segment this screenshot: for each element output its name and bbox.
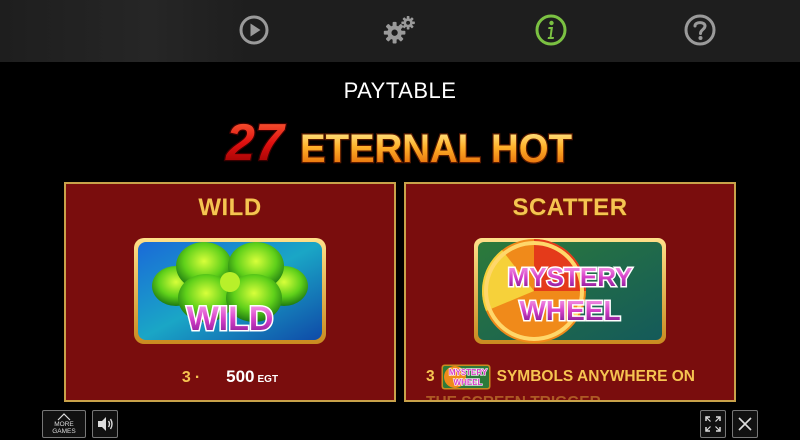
scatter-title: SCATTER <box>512 194 628 221</box>
scatter-symbol: MYSTERY WHEEL <box>474 238 666 344</box>
more-games-label-1: MORE <box>54 421 74 428</box>
logo-text: ETERNAL HOT <box>300 127 572 171</box>
scatter-text-line2: THE SCREEN TRIGGER <box>426 390 726 400</box>
scatter-symbol-line1: MYSTERY <box>508 262 633 292</box>
scatter-panel: SCATTER MYSTERY WHEEL 3 MYSTERY WHEEL SY… <box>404 182 736 402</box>
top-bar <box>0 0 800 62</box>
wild-panel: WILD WILD 3 · 500 EGT <box>64 182 396 402</box>
wild-title: WILD <box>198 194 262 221</box>
help-icon <box>684 14 716 46</box>
mini-icon-line1: MYSTERY <box>448 368 487 377</box>
home-icon <box>57 413 71 421</box>
sound-button[interactable] <box>92 410 118 438</box>
wild-symbol-label: WILD <box>187 300 274 338</box>
fullscreen-icon <box>705 416 721 432</box>
page-title: PAYTABLE <box>343 78 457 103</box>
close-button[interactable] <box>732 410 758 438</box>
play-icon <box>239 15 269 45</box>
top-bar-shade <box>0 0 250 62</box>
scatter-text-line1: SYMBOLS ANYWHERE ON <box>496 368 695 386</box>
settings-button[interactable] <box>382 12 418 48</box>
settings-icon <box>383 16 415 44</box>
wild-pay-currency: EGT <box>257 374 279 385</box>
game-logo: 27 ETERNAL HOT <box>224 113 574 174</box>
mini-icon-line2: WHEEL <box>453 378 482 387</box>
fullscreen-button[interactable] <box>700 410 726 438</box>
mystery-wheel-mini-icon: MYSTERY WHEEL <box>441 364 491 390</box>
speaker-icon <box>98 417 113 431</box>
logo-number: 27 <box>225 114 286 172</box>
more-games-button[interactable]: MORE GAMES <box>42 410 86 438</box>
scatter-pay-count: 3 <box>426 368 435 386</box>
info-icon <box>535 14 567 46</box>
wild-pay-line: 3 · 500 EGT <box>66 367 394 387</box>
scatter-description: 3 MYSTERY WHEEL SYMBOLS ANYWHERE ON THE … <box>426 364 726 400</box>
play-button[interactable] <box>236 12 272 48</box>
scatter-symbol-line2: WHEEL <box>519 295 620 326</box>
close-icon <box>738 417 752 431</box>
wild-pay-separator: · <box>194 369 201 386</box>
wild-symbol: WILD <box>134 238 326 344</box>
wild-pay-count: 3 <box>181 369 191 386</box>
wild-pay-amount: 500 <box>226 367 255 386</box>
help-button[interactable] <box>682 12 718 48</box>
info-button[interactable] <box>533 12 569 48</box>
bottom-bar: MORE GAMES <box>0 402 800 440</box>
more-games-label-2: GAMES <box>52 428 76 435</box>
